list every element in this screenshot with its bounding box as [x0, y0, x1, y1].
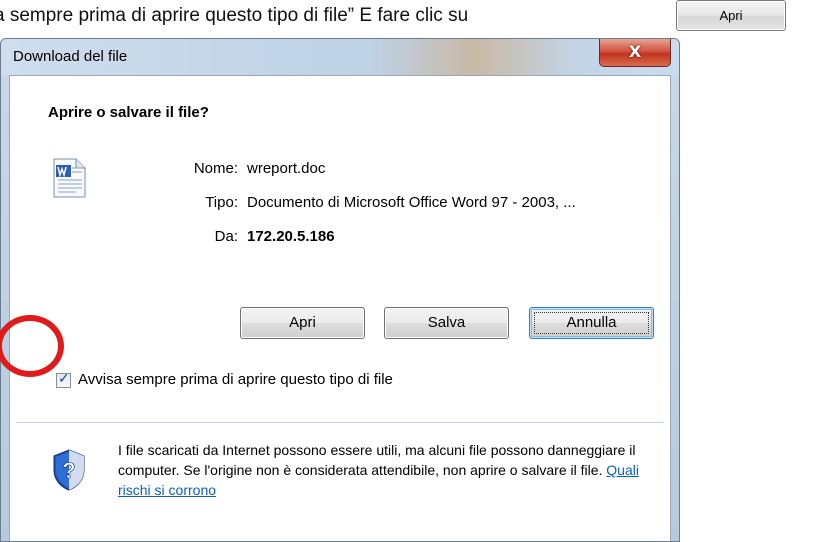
title-bar[interactable]: Download del file X	[1, 39, 679, 75]
instruction-text: a sempre prima di aprire questo tipo di …	[0, 5, 469, 26]
doc-open-button-image: Apri	[676, 0, 786, 31]
focus-rect	[534, 312, 649, 334]
file-type: Documento di Microsoft Office Word 97 - …	[247, 194, 576, 211]
dialog-title: Download del file	[13, 48, 128, 65]
always-ask-label[interactable]: Avvisa sempre prima di aprire questo tip…	[78, 371, 393, 388]
always-ask-checkbox[interactable]: ✓	[56, 371, 71, 388]
file-source: 172.20.5.186	[247, 228, 335, 245]
shield-question-icon: ?	[53, 449, 85, 491]
cancel-button[interactable]: Annulla	[529, 307, 654, 339]
security-warning: I file scaricati da Internet possono ess…	[118, 440, 658, 500]
save-button[interactable]: Salva	[384, 307, 509, 339]
close-icon: X	[628, 42, 642, 61]
open-button[interactable]: Apri	[240, 307, 365, 339]
dialog-content: Aprire o salvare il file? Nome: Tipo: Da…	[9, 75, 671, 541]
file-name: wreport.doc	[247, 160, 326, 177]
file-info-labels: Nome: Tipo: Da:	[130, 152, 238, 254]
from-label: Da:	[214, 228, 238, 245]
word-document-icon	[53, 158, 86, 198]
svg-text:?: ?	[62, 458, 75, 483]
name-label: Nome:	[193, 160, 238, 177]
dialog-heading: Aprire o salvare il file?	[48, 104, 209, 121]
divider	[16, 422, 664, 423]
file-info-values: wreport.doc Documento di Microsoft Offic…	[247, 152, 576, 254]
type-label: Tipo:	[205, 194, 238, 211]
warning-text: I file scaricati da Internet possono ess…	[118, 442, 636, 478]
checkmark-icon: ✓	[58, 371, 70, 387]
download-dialog: Download del file X Aprire o salvare il …	[0, 38, 680, 542]
close-button[interactable]: X	[599, 39, 671, 67]
